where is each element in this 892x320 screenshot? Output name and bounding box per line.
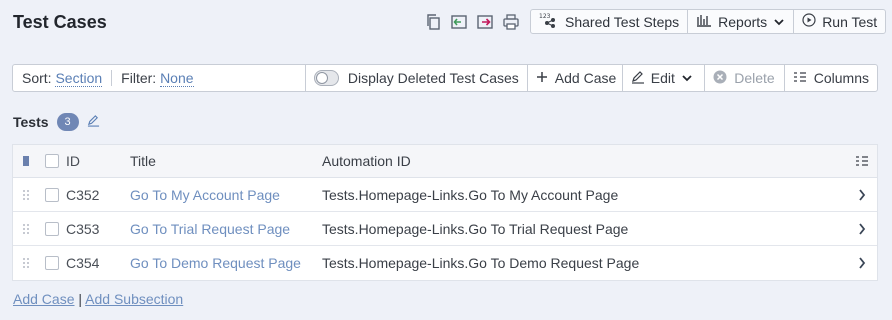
shared-test-steps-label: Shared Test Steps	[565, 13, 680, 30]
tests-label: Tests	[13, 114, 49, 130]
automation-id: Tests.Homepage-Links.Go To Demo Request …	[322, 255, 640, 271]
pencil-icon	[631, 70, 645, 87]
reports-label: Reports	[718, 13, 768, 30]
delete-label: Delete	[734, 70, 775, 86]
select-all-checkbox[interactable]	[45, 154, 59, 168]
header-icon-group	[424, 12, 520, 32]
reports-button[interactable]: Reports	[688, 10, 795, 33]
play-circle-icon	[802, 13, 816, 30]
tests-section-header: Tests 3	[13, 113, 100, 131]
toggle-switch[interactable]	[313, 70, 339, 86]
row-checkbox[interactable]	[45, 187, 59, 202]
column-settings-icon[interactable]	[847, 155, 877, 167]
table-row[interactable]: C353 Go To Trial Request Page Tests.Home…	[13, 212, 877, 246]
columns-button[interactable]: Columns	[785, 65, 877, 91]
row-checkbox-cell	[39, 221, 65, 236]
toggle-knob	[315, 72, 328, 84]
chevron-right-icon[interactable]	[847, 257, 877, 269]
bar-chart-icon	[696, 13, 712, 30]
svg-text:123: 123	[539, 13, 551, 20]
chevron-right-icon[interactable]	[847, 188, 877, 201]
case-title-link[interactable]: Go To Demo Request Page	[130, 255, 301, 271]
export-icon[interactable]	[476, 12, 494, 32]
automation-id: Tests.Homepage-Links.Go To My Account Pa…	[322, 186, 619, 203]
case-title-link[interactable]: Go To My Account Page	[130, 187, 280, 203]
row-checkbox-cell	[39, 256, 65, 270]
import-icon[interactable]	[450, 12, 468, 32]
column-header-automation-id[interactable]: Automation ID	[322, 153, 847, 169]
table-row[interactable]: C352 Go To My Account Page Tests.Homepag…	[13, 178, 877, 212]
sort-label: Sort:	[22, 70, 52, 86]
case-title-link[interactable]: Go To Trial Request Page	[130, 221, 290, 237]
run-test-button[interactable]: Run Test	[794, 10, 885, 33]
delete-circle-icon	[713, 70, 727, 87]
edit-section-icon[interactable]	[87, 114, 100, 130]
copy-icon[interactable]	[424, 12, 442, 32]
case-id: C354	[66, 255, 100, 271]
shared-steps-icon: 123	[539, 12, 559, 31]
row-checkbox-cell	[39, 187, 65, 202]
row-checkbox[interactable]	[45, 256, 59, 270]
column-header-title[interactable]: Title	[130, 153, 322, 169]
edit-button[interactable]: Edit	[623, 65, 706, 91]
automation-id: Tests.Homepage-Links.Go To Trial Request…	[322, 220, 629, 237]
add-case-label: Add Case	[554, 70, 617, 86]
edit-label: Edit	[650, 70, 675, 86]
columns-label: Columns	[813, 70, 869, 86]
cases-toolbar: Sort: Section Filter: None Display Delet…	[12, 64, 878, 92]
drag-handle-icon[interactable]	[13, 223, 39, 235]
run-test-label: Run Test	[822, 13, 878, 30]
drag-handle-icon[interactable]	[13, 257, 39, 269]
header-button-group: 123 Shared Test Steps Reports Run Test	[530, 9, 887, 34]
sort-value-link[interactable]: Section	[55, 70, 103, 87]
drag-handle-icon[interactable]	[13, 189, 39, 201]
separator: |	[78, 291, 83, 307]
columns-icon	[793, 70, 807, 86]
filter-value-link[interactable]: None	[160, 70, 194, 87]
divider	[111, 70, 113, 86]
column-header-id[interactable]: ID	[65, 153, 130, 169]
sort-filter-section: Sort: Section Filter: None	[13, 65, 306, 91]
delete-button[interactable]: Delete	[705, 65, 785, 91]
filter-label: Filter:	[121, 70, 157, 86]
row-checkbox[interactable]	[45, 221, 59, 236]
tests-count-badge: 3	[56, 113, 79, 131]
shared-test-steps-button[interactable]: 123 Shared Test Steps	[531, 10, 689, 33]
display-deleted-label: Display Deleted Test Cases	[347, 70, 519, 86]
chevron-right-icon[interactable]	[847, 222, 877, 235]
add-case-link[interactable]: Add Case	[13, 291, 74, 307]
plus-icon	[536, 70, 548, 86]
test-cases-table: ID Title Automation ID C352 Go To My Acc…	[12, 144, 878, 281]
display-deleted-toggle[interactable]: Display Deleted Test Cases	[306, 65, 528, 91]
chevron-down-icon	[681, 70, 693, 86]
page-title: Test Cases	[13, 12, 107, 32]
case-id: C352	[66, 186, 100, 203]
case-id: C353	[66, 220, 100, 237]
table-header: ID Title Automation ID	[13, 145, 877, 178]
add-subsection-link[interactable]: Add Subsection	[85, 291, 183, 307]
select-all-checkbox-cell	[39, 154, 65, 168]
select-column-marker-icon	[13, 156, 39, 166]
print-icon[interactable]	[502, 12, 520, 32]
footer-links: Add Case | Add Subsection	[13, 291, 183, 307]
chevron-down-icon	[773, 14, 785, 30]
table-row[interactable]: C354 Go To Demo Request Page Tests.Homep…	[13, 246, 877, 280]
add-case-button[interactable]: Add Case	[528, 65, 623, 91]
